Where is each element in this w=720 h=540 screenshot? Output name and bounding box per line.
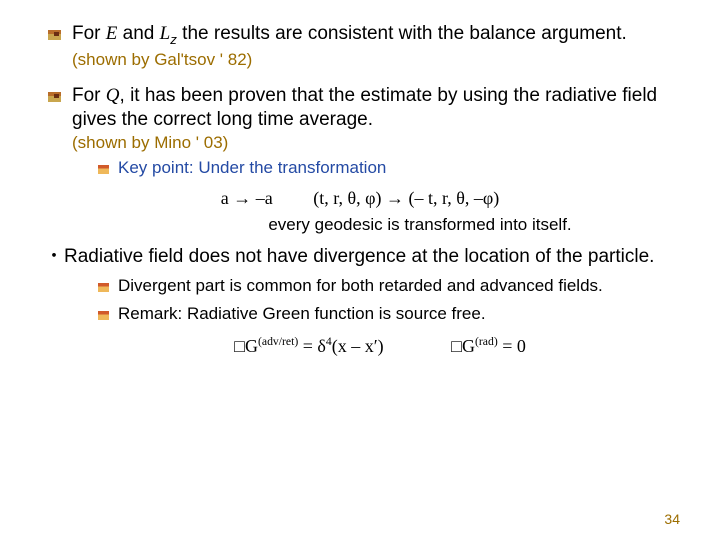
sub-bullet-icon — [98, 157, 118, 181]
var-Q: Q — [106, 85, 120, 106]
key-label: Key point: Under the transformation — [118, 158, 386, 177]
sub-bullet-icon — [98, 275, 118, 299]
bullet-icon — [48, 22, 72, 72]
cite-1: (shown by Gal'tsov ' 82) — [72, 50, 252, 69]
bullet-2-text: For Q, it has been proven that the estim… — [72, 84, 680, 153]
eq-arg: (x – x′) — [332, 336, 384, 356]
var-L: L — [160, 23, 171, 44]
eq-coords: (t, r, θ, φ) → (– t, r, θ, –φ) — [313, 188, 499, 208]
sup-advret: (adv/ret) — [258, 335, 298, 348]
bullet-1-text: For E and Lz the results are consistent … — [72, 22, 680, 72]
divergent-text: Divergent part is common for both retard… — [118, 275, 680, 299]
box-G-1: □G — [234, 336, 258, 356]
key-conclusion: every geodesic is transformed into itsel… — [40, 214, 680, 235]
sub-z: z — [170, 32, 177, 47]
txt: and — [117, 23, 159, 44]
box-G-2: □G — [451, 336, 475, 356]
dot-bullet: ・ — [44, 245, 64, 269]
sup-rad: (rad) — [475, 335, 498, 348]
eq-delta: = δ — [298, 336, 326, 356]
eq-a: a → –a — [221, 188, 273, 208]
bullet-icon — [48, 84, 72, 153]
key-point-text: Key point: Under the transformation — [118, 157, 680, 181]
bullet-3-text: Radiative field does not have divergence… — [64, 245, 654, 269]
sub-bullet-icon — [98, 303, 118, 327]
txt: For — [72, 85, 106, 106]
slide-number: 34 — [664, 511, 680, 529]
cite-2: (shown by Mino ' 03) — [72, 132, 680, 153]
green-fn-eq: □G(adv/ret) = δ4(x – x′) □G(rad) = 0 — [40, 335, 680, 358]
txt: , it has been proven that the estimate b… — [72, 85, 657, 130]
remark-text: Remark: Radiative Green function is sour… — [118, 303, 680, 327]
txt: For — [72, 23, 106, 44]
txt: the results are consistent with the bala… — [177, 23, 627, 44]
transformation-eq: a → –a (t, r, θ, φ) → (– t, r, θ, –φ) — [40, 187, 680, 210]
eq-zero: = 0 — [498, 336, 526, 356]
var-E: E — [106, 23, 118, 44]
